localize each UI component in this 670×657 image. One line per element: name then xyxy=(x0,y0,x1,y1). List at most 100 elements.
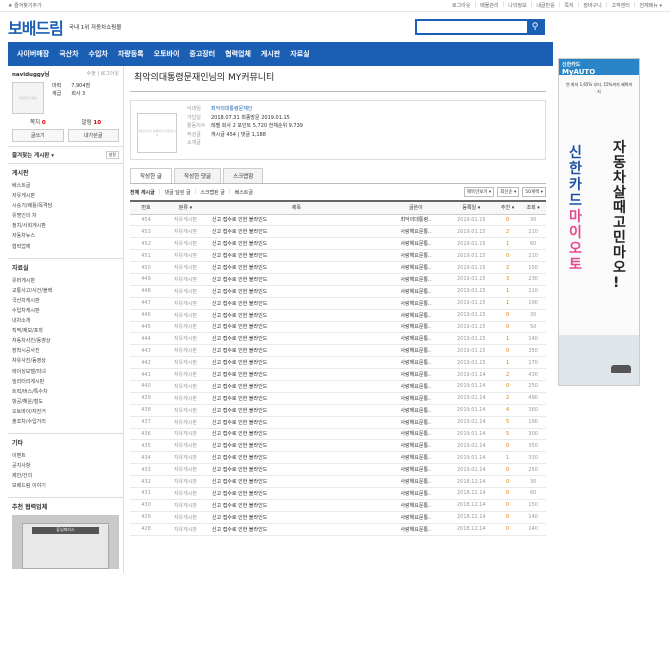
post-author[interactable]: 사랑해요문통.. xyxy=(383,321,448,334)
favorite-boards-title[interactable]: 즐겨찾는 게시판 ▾ xyxy=(12,151,54,159)
post-title[interactable]: 신고 접수로 인한 블라인드 xyxy=(208,214,384,227)
table-row[interactable]: 446 자유게시판 신고 접수로 인한 블라인드 사랑해요문통.. 2019.01.15… xyxy=(130,309,546,322)
post-author[interactable]: 사랑해요문통.. xyxy=(383,523,448,536)
post-title[interactable]: 신고 접수로 인한 블라인드 xyxy=(208,321,384,334)
sidebar-item[interactable]: 항공/해운/철도 xyxy=(12,397,119,407)
post-title[interactable]: 신고 접수로 인한 블라인드 xyxy=(208,344,384,358)
post-author[interactable]: 사랑해요문통.. xyxy=(383,380,448,393)
column-header[interactable]: 분류 ▾ xyxy=(162,202,209,215)
profile-button[interactable]: 글쓰기 xyxy=(12,129,64,142)
post-category[interactable]: 자유게시판 xyxy=(162,356,209,370)
post-category[interactable]: 자유게시판 xyxy=(162,404,209,417)
table-row[interactable]: 435 자유게시판 신고 접수로 인한 블라인드 사랑해요문통.. 2019.01.14… xyxy=(130,439,546,453)
info-value[interactable]: 최악의대통령문재인 xyxy=(211,106,252,112)
table-row[interactable]: 444 자유게시판 신고 접수로 인한 블라인드 사랑해요문통.. 2019.01.15… xyxy=(130,332,546,346)
table-row[interactable]: 452 자유게시판 신고 접수로 인한 블라인드 사랑해요문통.. 2019.01.15… xyxy=(130,237,546,251)
post-author[interactable]: 사랑해요문통.. xyxy=(383,273,448,286)
table-row[interactable]: 434 자유게시판 신고 접수로 인한 블라인드 사랑해요문통.. 2019.01.14… xyxy=(130,451,546,465)
sidebar-item[interactable]: 오토바이/자전거 xyxy=(12,407,119,417)
nav-item[interactable]: 수입차 xyxy=(84,49,113,59)
sidebar-item[interactable]: 장착시공사진 xyxy=(12,346,119,356)
post-author[interactable]: 사랑해요문통.. xyxy=(383,309,448,322)
nav-item[interactable]: 게시판 xyxy=(256,49,285,59)
sidebar-item[interactable]: 정치/사회게시판 xyxy=(12,221,119,231)
post-author[interactable]: 사랑해요문통.. xyxy=(383,463,448,477)
post-author[interactable]: 사랑해요문통.. xyxy=(383,249,448,263)
sidebar-item[interactable]: 베스트글 xyxy=(12,181,119,191)
post-category[interactable]: 자유게시판 xyxy=(162,225,209,239)
top-link[interactable]: 쪽지 xyxy=(564,2,573,9)
table-row[interactable]: 437 자유게시판 신고 접수로 인한 블라인드 사랑해요문통.. 2019.01.14… xyxy=(130,416,546,429)
post-category[interactable]: 자유게시판 xyxy=(162,261,209,274)
post-category[interactable]: 자유게시판 xyxy=(162,487,209,500)
post-author[interactable]: 사랑해요문통.. xyxy=(383,285,448,298)
post-category[interactable]: 자유게시판 xyxy=(162,273,209,286)
table-row[interactable]: 440 자유게시판 신고 접수로 인한 블라인드 사랑해요문통.. 2019.01.14… xyxy=(130,380,546,393)
post-category[interactable]: 자유게시판 xyxy=(162,344,209,358)
profile-button[interactable]: 내가쓴글 xyxy=(67,129,119,142)
post-author[interactable]: 사랑해요문통.. xyxy=(383,404,448,417)
nav-item[interactable]: 사이버매장 xyxy=(12,49,54,59)
table-row[interactable]: 443 자유게시판 신고 접수로 인한 블라인드 사랑해요문통.. 2019.01.15… xyxy=(130,344,546,358)
table-row[interactable]: 429 자유게시판 신고 접수로 인한 블라인드 사랑해요문통.. 2018.12.14… xyxy=(130,511,546,524)
post-title[interactable]: 신고 접수로 인한 블라인드 xyxy=(208,356,384,370)
profile-count[interactable]: 쪽지 0 xyxy=(30,118,46,126)
post-category[interactable]: 자유게시판 xyxy=(162,392,209,405)
post-author[interactable]: 사랑해요문통.. xyxy=(383,487,448,500)
sidebar-item[interactable]: 자동차뉴스 xyxy=(12,231,119,241)
sidebar-item[interactable]: 레이싱모델/미녀 xyxy=(12,367,119,377)
nav-item[interactable]: 자료실 xyxy=(285,49,314,59)
sidebar-item[interactable]: 자유사진/동영상 xyxy=(12,356,119,366)
post-title[interactable]: 신고 접수로 인한 블라인드 xyxy=(208,475,384,488)
post-author[interactable]: 사랑해요문통.. xyxy=(383,368,448,381)
column-header[interactable]: 제목 xyxy=(208,202,384,215)
filter-link[interactable]: 댓글 달린 글 xyxy=(164,189,190,196)
post-title[interactable]: 신고 접수로 인한 블라인드 xyxy=(208,416,384,429)
table-row[interactable]: 442 자유게시판 신고 접수로 인한 블라인드 사랑해요문통.. 2019.01.15… xyxy=(130,356,546,370)
sort-select[interactable]: 50개씩 ▾ xyxy=(522,187,546,197)
tab[interactable]: 작성한 글 xyxy=(130,168,172,183)
post-category[interactable]: 자유게시판 xyxy=(162,368,209,381)
post-title[interactable]: 신고 접수로 인한 블라인드 xyxy=(208,392,384,405)
post-author[interactable]: 사랑해요문통.. xyxy=(383,475,448,488)
top-link[interactable]: 로그아웃 xyxy=(452,2,470,9)
post-title[interactable]: 신고 접수로 인한 블라인드 xyxy=(208,428,384,441)
table-row[interactable]: 431 자유게시판 신고 접수로 인한 블라인드 사랑해요문통.. 2018.12.14… xyxy=(130,487,546,500)
post-title[interactable]: 신고 접수로 인한 블라인드 xyxy=(208,511,384,524)
top-link[interactable]: 매물관리 xyxy=(480,2,498,9)
post-title[interactable]: 신고 접수로 인한 블라인드 xyxy=(208,463,384,477)
sidebar-item[interactable]: 출조차/수입거리 xyxy=(12,417,119,427)
post-title[interactable]: 신고 접수로 인한 블라인드 xyxy=(208,451,384,465)
nav-item[interactable]: 협력업체 xyxy=(220,49,256,59)
table-row[interactable]: 430 자유게시판 신고 접수로 인한 블라인드 사랑해요문통.. 2018.12.14… xyxy=(130,499,546,512)
filter-link[interactable]: 베스트글 xyxy=(235,189,253,196)
nav-item[interactable]: 중고장터 xyxy=(184,49,220,59)
sidebar-item[interactable]: 자동차사진/동영상 xyxy=(12,336,119,346)
nav-item[interactable]: 국산차 xyxy=(54,49,83,59)
sidebar-item[interactable]: 자유게시판 xyxy=(12,191,119,201)
sort-select[interactable]: 최신순 ▾ xyxy=(497,187,520,197)
filter-link[interactable]: 스크랩된 글 xyxy=(200,189,225,196)
post-title[interactable]: 신고 접수로 인한 블라인드 xyxy=(208,249,384,263)
column-header[interactable]: 글쓴이 xyxy=(383,202,448,215)
top-link[interactable]: 고객센터 xyxy=(611,2,629,9)
post-category[interactable]: 자유게시판 xyxy=(162,451,209,465)
nav-item[interactable]: 차량등록 xyxy=(113,49,149,59)
post-title[interactable]: 신고 접수로 인한 블라인드 xyxy=(208,523,384,536)
post-author[interactable]: 사랑해요문통.. xyxy=(383,225,448,239)
profile-nickname[interactable]: naviduggy님 xyxy=(12,70,49,78)
table-row[interactable]: 449 자유게시판 신고 접수로 인한 블라인드 사랑해요문통.. 2019.01.15… xyxy=(130,273,546,286)
table-row[interactable]: 433 자유게시판 신고 접수로 인한 블라인드 사랑해요문통.. 2019.01.14… xyxy=(130,463,546,477)
table-row[interactable]: 438 자유게시판 신고 접수로 인한 블라인드 사랑해요문통.. 2019.01.14… xyxy=(130,404,546,417)
sidebar-item[interactable]: 내차소개 xyxy=(12,316,119,326)
sidebar-item[interactable]: 보배드림 이야기 xyxy=(12,481,119,491)
table-row[interactable]: 454 자유게시판 신고 접수로 인한 블라인드 최악의대통령.. 2019.01.15… xyxy=(130,214,546,227)
sidebar-item[interactable]: 교통사고/사건/블랙 xyxy=(12,286,119,296)
tab[interactable]: 스크랩함 xyxy=(223,168,264,183)
table-row[interactable]: 448 자유게시판 신고 접수로 인한 블라인드 사랑해요문통.. 2019.01.15… xyxy=(130,285,546,298)
post-category[interactable]: 자유게시판 xyxy=(162,249,209,263)
post-author[interactable]: 사랑해요문통.. xyxy=(383,451,448,465)
post-author[interactable]: 사랑해요문통.. xyxy=(383,332,448,346)
table-row[interactable]: 450 자유게시판 신고 접수로 인한 블라인드 사랑해요문통.. 2019.01.15… xyxy=(130,261,546,274)
tab[interactable]: 작성한 댓글 xyxy=(174,168,222,183)
